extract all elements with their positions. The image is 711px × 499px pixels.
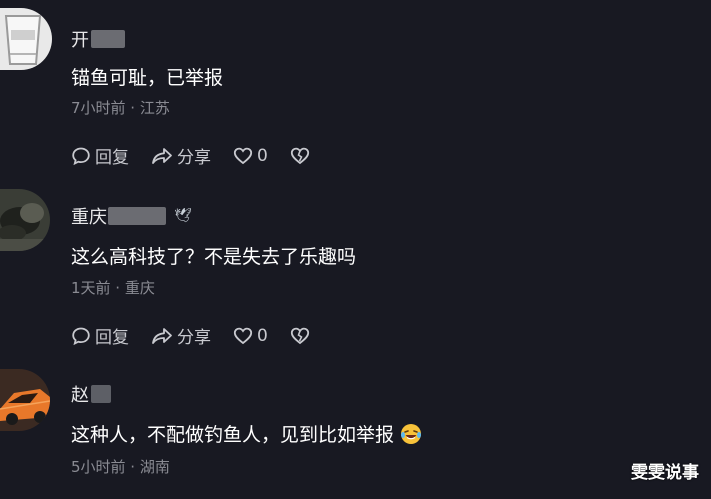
like-count: 0 [257, 325, 268, 346]
comment-actions: 回复 分享 0 [71, 323, 336, 348]
dislike-button[interactable] [290, 146, 314, 166]
share-button[interactable]: 分享 [151, 143, 211, 168]
avatar[interactable] [0, 8, 52, 70]
like-button[interactable]: 0 [233, 326, 268, 346]
comment-meta: 1天前 · 重庆 [71, 279, 155, 297]
username[interactable]: 重庆 🕊 [71, 203, 192, 229]
comment-meta: 5小时前 · 湖南 [71, 458, 170, 476]
username-mask [108, 207, 166, 225]
broken-heart-icon [290, 147, 309, 164]
comment-text: 锚鱼可耻，已举报 [71, 67, 224, 89]
comment-bubble-icon [72, 327, 90, 345]
watermark: 雯雯说事 [631, 463, 699, 483]
avatar[interactable] [0, 369, 50, 431]
like-button[interactable]: 0 [233, 146, 268, 166]
username-mask [91, 30, 125, 48]
share-button[interactable]: 分享 [151, 323, 211, 348]
comment-text: 这么高科技了？不是失去了乐趣吗 [71, 246, 357, 268]
like-count: 0 [257, 145, 268, 166]
broken-heart-icon [290, 327, 309, 344]
reply-button[interactable]: 回复 [71, 323, 129, 348]
comment-meta: 7小时前 · 江苏 [71, 99, 170, 117]
heart-icon [233, 147, 253, 164]
username[interactable]: 开 [71, 26, 125, 52]
comment-actions: 回复 分享 0 [71, 143, 336, 168]
dove-badge-icon: 🕊 [174, 208, 192, 224]
username[interactable]: 赵 [71, 381, 111, 407]
comment-text: 这种人，不配做钓鱼人，见到比如举报 [71, 420, 422, 447]
avatar[interactable] [0, 189, 50, 251]
heart-icon [233, 327, 253, 344]
reply-button[interactable]: 回复 [71, 143, 129, 168]
dislike-button[interactable] [290, 326, 314, 346]
comment-bubble-icon [72, 147, 90, 165]
share-arrow-icon [152, 327, 172, 344]
laughing-tears-emoji [401, 423, 422, 444]
username-mask [91, 385, 111, 403]
share-arrow-icon [152, 147, 172, 164]
